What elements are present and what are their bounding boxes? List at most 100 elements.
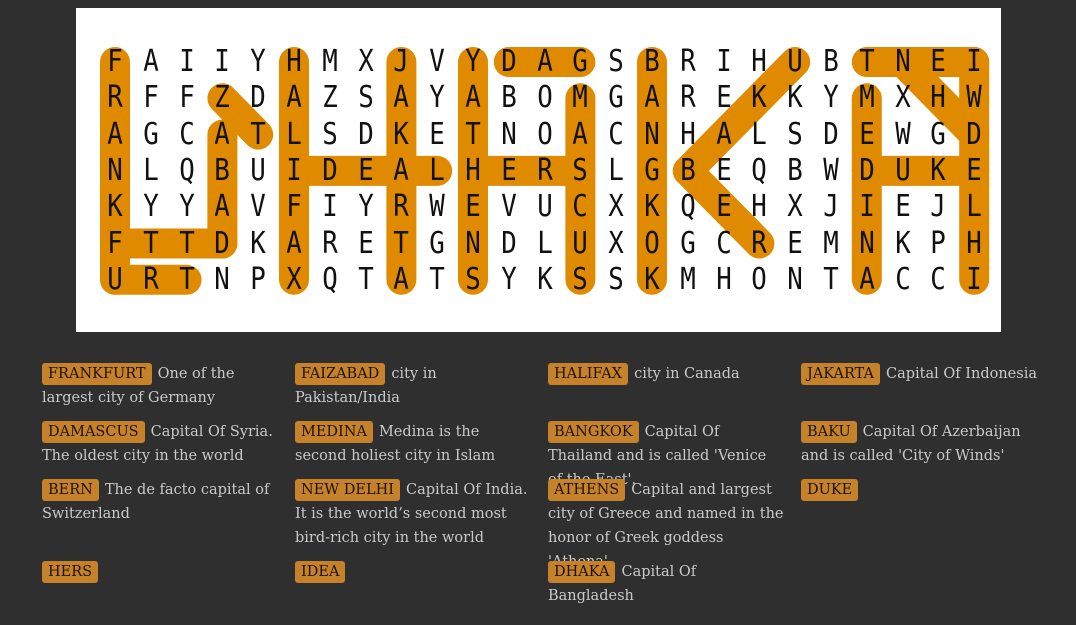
grid-letter[interactable]: A (532, 44, 558, 80)
grid-letter[interactable]: D (353, 117, 379, 153)
grid-letter[interactable]: Q (675, 189, 701, 225)
grid-letter[interactable]: T (818, 262, 844, 298)
grid-letter[interactable]: C (567, 189, 593, 225)
grid-letter[interactable]: I (209, 44, 235, 80)
grid-letter[interactable]: R (675, 44, 701, 80)
grid-letter[interactable]: G (675, 226, 701, 262)
grid-letter[interactable]: Y (424, 80, 450, 116)
grid-letter[interactable]: T (424, 262, 450, 298)
clue-word-badge[interactable]: HERS (42, 561, 99, 583)
grid-letter[interactable]: T (245, 117, 271, 153)
grid-letter[interactable]: C (603, 117, 629, 153)
clue-word-badge[interactable]: JAKARTA (801, 363, 881, 385)
grid-letter[interactable]: Y (496, 262, 522, 298)
grid-letter[interactable]: J (388, 44, 414, 80)
grid-letter[interactable]: X (353, 44, 379, 80)
grid-letter[interactable]: E (711, 153, 737, 189)
word-search-board[interactable]: FAIIYHMXJVYDAGSBRIHUBTNEIRFFZDAZSAYABOMG… (76, 8, 1001, 332)
grid-letter[interactable]: G (603, 80, 629, 116)
grid-letter[interactable]: F (281, 189, 307, 225)
grid-letter[interactable]: N (209, 262, 235, 298)
grid-letter[interactable]: O (532, 117, 558, 153)
grid-letter[interactable]: A (209, 117, 235, 153)
grid-letter[interactable]: D (818, 117, 844, 153)
grid-letter[interactable]: H (925, 80, 951, 116)
grid-letter[interactable]: M (854, 80, 880, 116)
grid-letter[interactable]: H (746, 189, 772, 225)
grid-letter[interactable]: B (818, 44, 844, 80)
grid-letter[interactable]: N (496, 117, 522, 153)
grid-letter[interactable]: T (460, 117, 486, 153)
grid-letter[interactable]: C (711, 226, 737, 262)
grid-letter[interactable]: E (961, 153, 987, 189)
clue-word-badge[interactable]: ATHENS (548, 479, 626, 501)
grid-letter[interactable]: U (245, 153, 271, 189)
grid-letter[interactable]: F (102, 226, 128, 262)
grid-letter[interactable]: B (496, 80, 522, 116)
grid-letter[interactable]: L (746, 117, 772, 153)
grid-letter[interactable]: I (961, 262, 987, 298)
grid-letter[interactable]: K (102, 189, 128, 225)
grid-letter[interactable]: E (711, 80, 737, 116)
grid-letter[interactable]: L (424, 153, 450, 189)
grid-letter[interactable]: R (746, 226, 772, 262)
grid-letter[interactable]: D (854, 153, 880, 189)
grid-letter[interactable]: L (961, 189, 987, 225)
grid-letter[interactable]: W (961, 80, 987, 116)
grid-letter[interactable]: E (711, 189, 737, 225)
grid-letter[interactable]: I (854, 189, 880, 225)
grid-letter[interactable]: I (174, 44, 200, 80)
grid-letter[interactable]: I (961, 44, 987, 80)
grid-letter[interactable]: R (388, 189, 414, 225)
grid-letter[interactable]: K (890, 226, 916, 262)
grid-letter[interactable]: E (925, 44, 951, 80)
grid-letter[interactable]: Y (174, 189, 200, 225)
grid-letter[interactable]: V (496, 189, 522, 225)
grid-letter[interactable]: G (925, 117, 951, 153)
grid-letter[interactable]: E (782, 226, 808, 262)
grid-letter[interactable]: E (854, 117, 880, 153)
grid-letter[interactable]: O (532, 80, 558, 116)
grid-letter[interactable]: W (890, 117, 916, 153)
grid-letter[interactable]: Z (209, 80, 235, 116)
grid-letter[interactable]: X (603, 189, 629, 225)
grid-letter[interactable]: K (639, 189, 665, 225)
grid-letter[interactable]: C (174, 117, 200, 153)
grid-letter[interactable]: O (746, 262, 772, 298)
grid-letter[interactable]: D (245, 80, 271, 116)
grid-letter[interactable]: A (138, 44, 164, 80)
grid-letter[interactable]: S (317, 117, 343, 153)
grid-letter[interactable]: A (209, 189, 235, 225)
grid-letter[interactable]: J (925, 189, 951, 225)
clue-word-badge[interactable]: BAKU (801, 421, 857, 443)
grid-letter[interactable]: M (567, 80, 593, 116)
grid-letter[interactable]: G (639, 153, 665, 189)
grid-letter[interactable]: E (890, 189, 916, 225)
grid-letter[interactable]: F (138, 80, 164, 116)
grid-letter[interactable]: H (675, 117, 701, 153)
grid-letter[interactable]: L (603, 153, 629, 189)
grid-letter[interactable]: D (209, 226, 235, 262)
grid-letter[interactable]: E (353, 153, 379, 189)
grid-letter[interactable]: M (675, 262, 701, 298)
grid-letter[interactable]: S (353, 80, 379, 116)
grid-letter[interactable]: T (174, 262, 200, 298)
grid-letter[interactable]: G (138, 117, 164, 153)
grid-letter[interactable]: S (603, 44, 629, 80)
clue-word-badge[interactable]: MEDINA (295, 421, 373, 443)
grid-letter[interactable]: J (818, 189, 844, 225)
clue-word-badge[interactable]: NEW DELHI (295, 479, 400, 501)
grid-letter[interactable]: R (532, 153, 558, 189)
grid-letter[interactable]: D (496, 44, 522, 80)
grid-letter[interactable]: H (281, 44, 307, 80)
grid-letter[interactable]: A (639, 80, 665, 116)
clue-word-badge[interactable]: DAMASCUS (42, 421, 145, 443)
grid-letter[interactable]: A (388, 262, 414, 298)
grid-letter[interactable]: M (317, 44, 343, 80)
grid-letter[interactable]: A (102, 117, 128, 153)
grid-letter[interactable]: T (174, 226, 200, 262)
grid-letter[interactable]: S (782, 117, 808, 153)
clue-word-badge[interactable]: FAIZABAD (295, 363, 386, 385)
grid-letter[interactable]: T (138, 226, 164, 262)
grid-letter[interactable]: A (711, 117, 737, 153)
